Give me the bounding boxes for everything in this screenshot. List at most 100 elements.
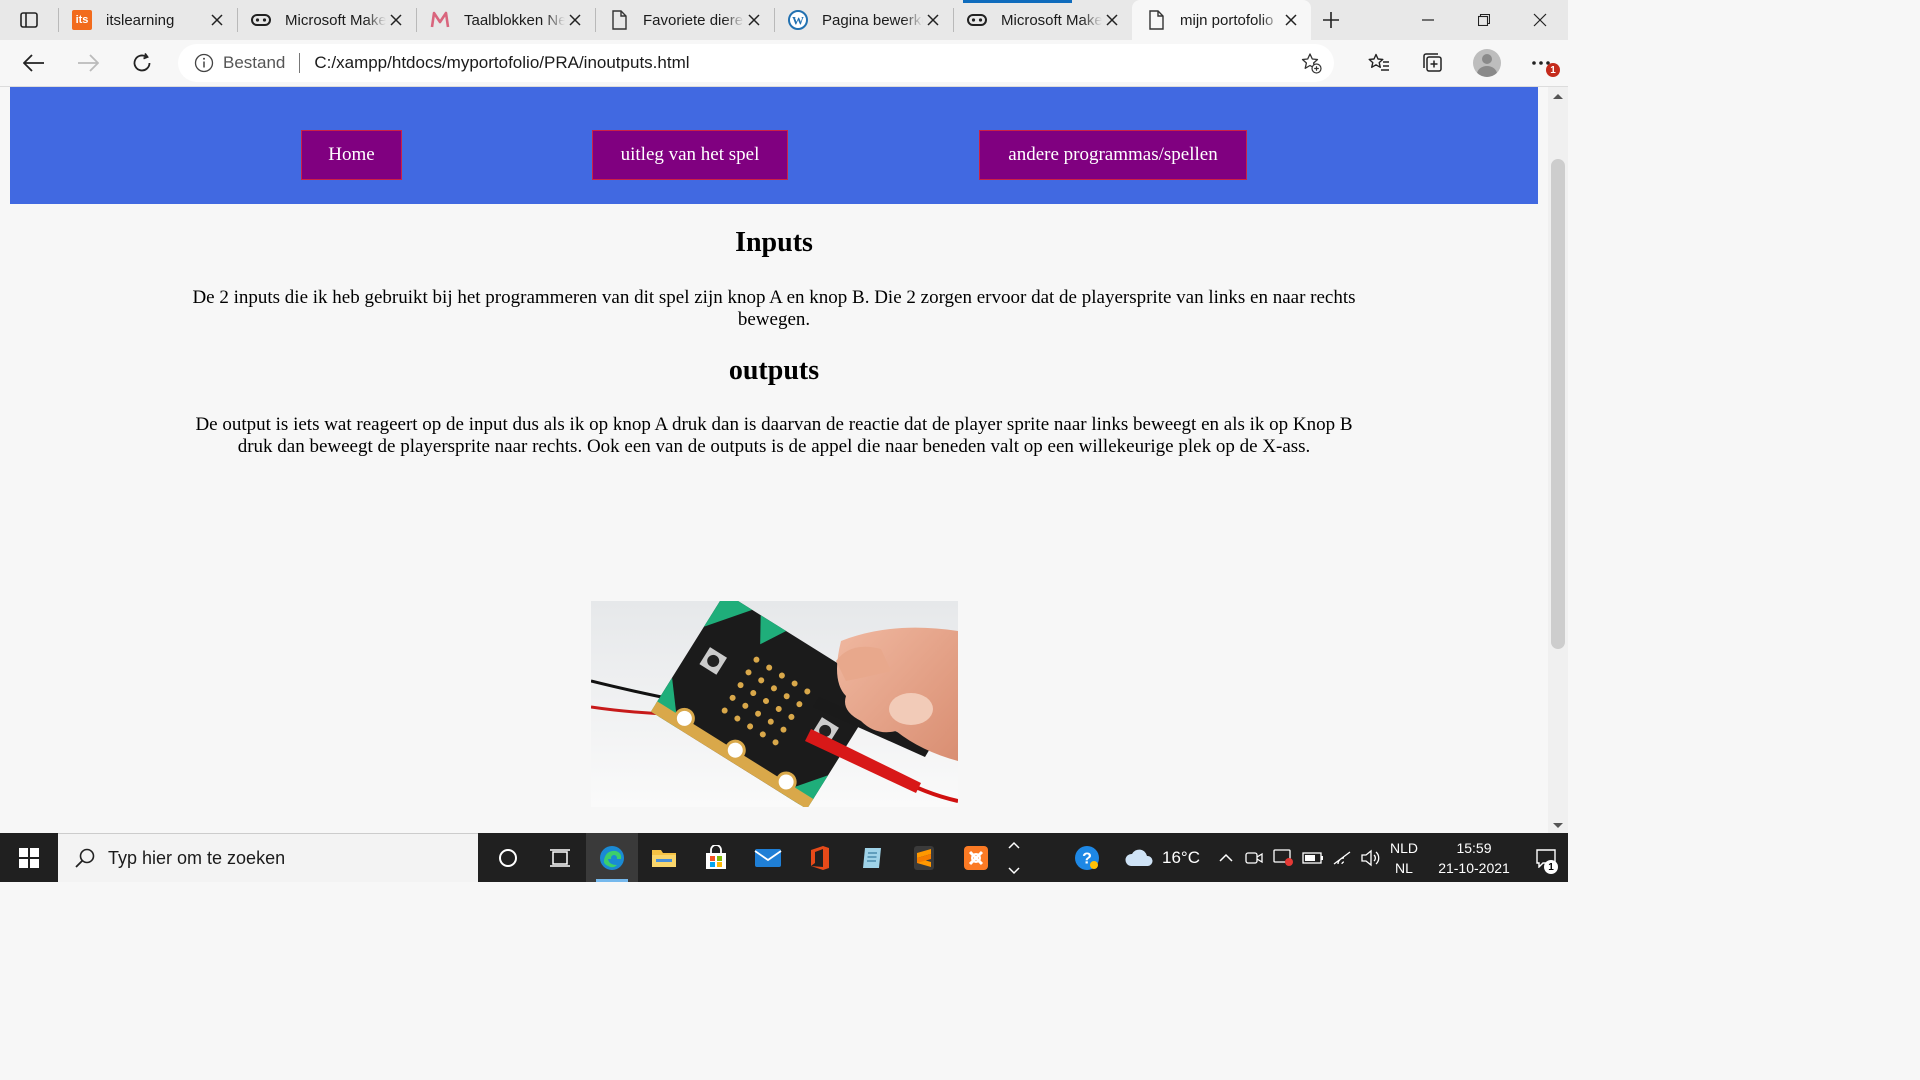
tab-title: mijn portofolio	[1180, 11, 1274, 29]
windows-logo-icon	[19, 847, 39, 868]
task-view-button[interactable]	[534, 833, 586, 882]
show-hidden-icons-button[interactable]	[1212, 833, 1240, 882]
office-button[interactable]	[794, 833, 846, 882]
security-tray-button[interactable]	[1268, 833, 1298, 882]
taskbar-scroll-button[interactable]	[1002, 833, 1026, 882]
close-tab-icon[interactable]	[565, 10, 585, 30]
cortana-icon	[499, 848, 517, 867]
clock-button[interactable]: 15:59 21-10-2021	[1424, 833, 1524, 882]
volume-button[interactable]	[1356, 833, 1384, 882]
battery-button[interactable]	[1298, 833, 1328, 882]
close-icon	[1533, 13, 1547, 27]
tab-pagina-bewerken[interactable]: W Pagina bewerken	[774, 0, 953, 40]
tab-title: Microsoft MakeCode	[285, 11, 386, 29]
folder-icon	[652, 849, 676, 867]
network-button[interactable]	[1328, 833, 1356, 882]
settings-more-button[interactable]: 1	[1514, 43, 1568, 83]
profile-button[interactable]	[1460, 43, 1514, 83]
input-language-button[interactable]: NLD NL	[1384, 833, 1424, 882]
inputs-heading: Inputs	[735, 227, 813, 258]
microbit-image	[591, 601, 958, 807]
nav-uitleg-button[interactable]: uitleg van het spel	[592, 130, 788, 180]
scroll-up-icon[interactable]	[1552, 92, 1564, 100]
new-tab-button[interactable]	[1311, 0, 1351, 40]
back-arrow-icon	[23, 54, 44, 72]
makecode-icon	[967, 10, 987, 30]
url-text[interactable]: C:/xampp/htdocs/myportofolio/PRA/inoutpu…	[314, 53, 689, 73]
cloud-icon	[1125, 849, 1153, 866]
tab-actions-button[interactable]	[0, 0, 58, 40]
action-center-button[interactable]: 1	[1524, 833, 1568, 882]
restore-icon	[1478, 14, 1490, 26]
tab-title: Microsoft MakeCode	[1001, 11, 1102, 29]
close-tab-icon[interactable]	[1281, 10, 1301, 30]
keyboard-layout-code: NL	[1395, 859, 1413, 876]
store-button[interactable]	[690, 833, 742, 882]
info-icon[interactable]	[193, 52, 215, 74]
search-placeholder: Typ hier om te zoeken	[108, 847, 286, 868]
close-tab-icon[interactable]	[923, 10, 943, 30]
mail-icon	[754, 848, 782, 867]
start-button[interactable]	[0, 833, 58, 882]
chevron-up-down-icon	[1008, 841, 1020, 874]
close-window-button[interactable]	[1512, 0, 1568, 40]
address-bar[interactable]: Bestand C:/xampp/htdocs/myportofolio/PRA…	[178, 44, 1334, 82]
add-favorite-icon[interactable]	[1300, 52, 1322, 79]
tab-makecode-2[interactable]: Microsoft MakeCode	[953, 0, 1132, 40]
taskbar-search[interactable]: Typ hier om te zoeken	[58, 833, 478, 882]
forward-button[interactable]	[61, 43, 115, 83]
close-tab-icon[interactable]	[1102, 10, 1122, 30]
collections-button[interactable]	[1406, 43, 1460, 83]
nav-andere-button[interactable]: andere programmas/spellen	[979, 130, 1247, 180]
notepad-button[interactable]	[846, 833, 898, 882]
meet-now-button[interactable]	[1240, 833, 1268, 882]
edge-taskbar-button[interactable]	[586, 833, 638, 882]
browser-toolbar: Bestand C:/xampp/htdocs/myportofolio/PRA…	[0, 40, 1568, 87]
scroll-down-icon[interactable]	[1552, 822, 1564, 830]
minimize-icon	[1422, 19, 1434, 21]
close-tab-icon[interactable]	[207, 10, 227, 30]
window-controls	[1400, 0, 1568, 40]
file-explorer-button[interactable]	[638, 833, 690, 882]
back-button[interactable]	[7, 43, 61, 83]
favorites-button[interactable]	[1352, 43, 1406, 83]
mail-button[interactable]	[742, 833, 794, 882]
avatar	[1473, 49, 1501, 77]
close-tab-icon[interactable]	[744, 10, 764, 30]
system-tray: ? 16°C NLD NL 15:59 21-10-2021 1	[1062, 833, 1568, 882]
close-tab-icon[interactable]	[386, 10, 406, 30]
toolbar-right: 1	[1352, 40, 1568, 86]
tab-title: Pagina bewerken	[822, 11, 923, 29]
office-icon	[811, 845, 829, 870]
outputs-paragraph: De output is iets wat reageert op de inp…	[195, 414, 1353, 457]
tab-itslearning[interactable]: its itslearning	[58, 0, 237, 40]
tab-taalblokken[interactable]: Taalblokken Nederlands	[416, 0, 595, 40]
chevron-up-icon	[1219, 853, 1233, 862]
refresh-icon	[133, 52, 151, 72]
page-icon	[1146, 10, 1166, 30]
scrollbar-thumb[interactable]	[1551, 159, 1565, 649]
tab-makecode-1[interactable]: Microsoft MakeCode	[237, 0, 416, 40]
clock-time: 15:59	[1456, 839, 1492, 856]
sublime-text-button[interactable]	[898, 833, 950, 882]
xampp-icon	[964, 845, 988, 870]
tab-loading-indicator	[963, 0, 1072, 3]
wordpress-icon: W	[788, 10, 808, 30]
page-icon	[609, 10, 629, 30]
weather-widget[interactable]: 16°C	[1112, 833, 1212, 882]
minimize-button[interactable]	[1400, 0, 1456, 40]
nav-home-button[interactable]: Home	[301, 130, 402, 180]
refresh-button[interactable]	[115, 43, 169, 83]
notification-badge: 1	[1546, 63, 1560, 77]
help-tray-button[interactable]: ?	[1062, 833, 1112, 882]
itslearning-icon: its	[72, 10, 92, 30]
wifi-icon	[1333, 850, 1351, 865]
page-scrollbar[interactable]	[1548, 87, 1568, 833]
cortana-button[interactable]	[482, 833, 534, 882]
help-icon: ?	[1075, 845, 1099, 870]
tab-mijn-portofolio[interactable]: mijn portofolio	[1132, 0, 1311, 40]
taalblokken-icon	[430, 10, 450, 30]
restore-button[interactable]	[1456, 0, 1512, 40]
xampp-button[interactable]	[950, 833, 1002, 882]
tab-favoriete-dieren[interactable]: Favoriete dieren	[595, 0, 774, 40]
